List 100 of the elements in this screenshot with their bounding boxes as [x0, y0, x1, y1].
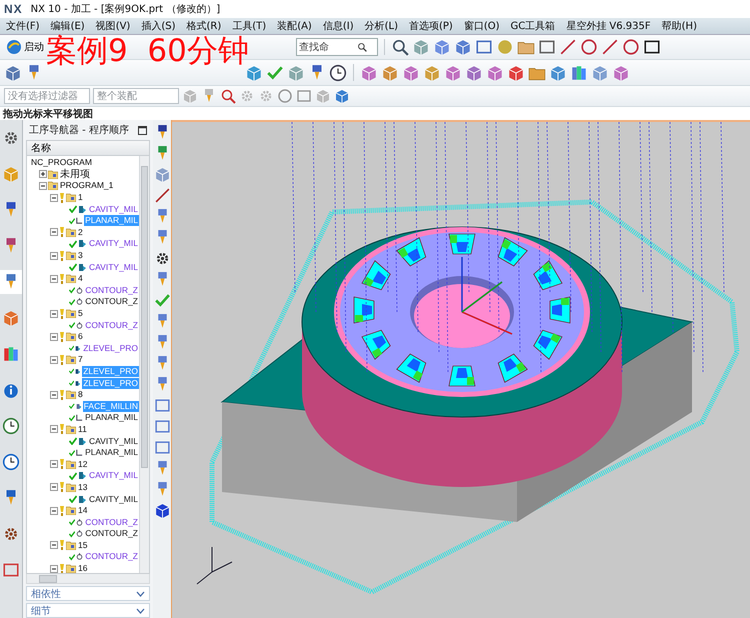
column-header[interactable]: 名称 [26, 140, 150, 156]
menu-item[interactable]: 插入(S) [141, 19, 176, 33]
tree-node[interactable]: 3 [77, 250, 84, 262]
tree-node[interactable]: 16 [77, 563, 88, 573]
menu-item[interactable]: 首选项(P) [408, 19, 453, 33]
collapse-icon[interactable] [50, 274, 58, 283]
magnifier-icon[interactable] [391, 38, 409, 56]
operation-item[interactable]: PLANAR_MIL [84, 412, 139, 424]
book-icon[interactable] [570, 64, 588, 82]
collapse-icon[interactable] [50, 541, 58, 550]
cube-icon[interactable] [334, 88, 350, 104]
operation-item[interactable]: CONTOUR_Z [84, 284, 139, 296]
circle-icon[interactable] [277, 88, 293, 104]
scrollbar[interactable] [139, 156, 149, 573]
collapsible-panel[interactable]: 细节 [26, 603, 150, 618]
operation-item[interactable]: CONTOUR_Z [84, 551, 139, 562]
check-icon[interactable] [154, 292, 170, 309]
circle-icon[interactable] [580, 38, 598, 56]
line-icon[interactable] [559, 38, 577, 56]
menu-item[interactable]: 星空外挂 V6.935F [566, 19, 651, 33]
check-icon[interactable] [266, 64, 284, 82]
menu-item[interactable]: 信息(I) [322, 19, 354, 33]
expand-icon[interactable] [39, 170, 47, 178]
cube-icon[interactable] [444, 64, 462, 82]
operation-item[interactable]: CONTOUR_Z [84, 320, 139, 331]
collapse-icon[interactable] [50, 194, 58, 202]
gear-icon[interactable] [2, 129, 20, 147]
collapsible-panel[interactable]: 相依性 [26, 586, 150, 601]
collapse-icon[interactable] [50, 506, 58, 515]
collapse-icon[interactable] [50, 564, 58, 573]
cube-icon[interactable] [154, 502, 170, 519]
operation-item[interactable]: CAVITY_MIL [88, 436, 139, 447]
cube-icon[interactable] [612, 64, 630, 82]
operation-item[interactable]: PLANAR_MIL [84, 447, 139, 458]
tree-node[interactable]: 12 [77, 458, 88, 470]
cube-icon[interactable] [465, 64, 483, 82]
cube-icon[interactable] [360, 64, 378, 82]
operation-item[interactable]: CAVITY_MIL [88, 494, 139, 505]
horizontal-scrollbar[interactable] [26, 574, 150, 584]
operation-item[interactable]: CONTOUR_Z [84, 516, 139, 528]
cube-icon[interactable] [486, 64, 504, 82]
collapse-icon[interactable] [50, 332, 58, 341]
tree-node[interactable]: 11 [77, 424, 88, 435]
magnifier-icon[interactable] [220, 88, 236, 104]
clock-icon[interactable] [2, 417, 20, 435]
menu-item[interactable]: 帮助(H) [662, 19, 697, 33]
operation-item[interactable]: CAVITY_MIL [88, 204, 139, 215]
operation-item[interactable]: CONTOUR_Z [84, 528, 139, 540]
line-icon[interactable] [601, 38, 619, 56]
collapse-icon[interactable] [50, 356, 58, 364]
tree-node[interactable]: PROGRAM_1 [59, 180, 114, 192]
cube-icon[interactable] [4, 64, 22, 82]
gear-icon[interactable] [2, 525, 20, 543]
collapse-icon[interactable] [50, 390, 58, 399]
start-button[interactable]: 启动 [4, 37, 46, 57]
operation-item[interactable]: CONTOUR_Z [84, 296, 139, 308]
tree-node[interactable]: 4 [77, 273, 84, 284]
collapse-icon[interactable] [50, 483, 58, 492]
tree-node[interactable]: 1 [77, 192, 84, 204]
tree-node[interactable]: NC_PROGRAM [30, 157, 93, 168]
menu-item[interactable]: 编辑(E) [50, 19, 85, 33]
book-icon[interactable] [2, 345, 20, 363]
menu-item[interactable]: 分析(L) [364, 19, 398, 33]
menu-item[interactable]: 工具(T) [232, 19, 266, 33]
collapse-icon[interactable] [50, 460, 58, 468]
tree-node[interactable]: 14 [77, 505, 88, 516]
operation-item[interactable]: CAVITY_MIL [88, 470, 139, 482]
clock-icon[interactable] [329, 64, 347, 82]
circle-icon[interactable] [622, 38, 640, 56]
clock-icon[interactable] [2, 453, 20, 471]
collapse-icon[interactable] [50, 425, 58, 434]
tree-node[interactable]: 7 [77, 354, 84, 366]
collapse-icon[interactable] [50, 252, 58, 260]
operation-item[interactable]: CAVITY_MIL [88, 238, 139, 250]
command-search-field[interactable]: 查找命 [296, 38, 378, 56]
cube-icon[interactable] [549, 64, 567, 82]
menu-item[interactable]: GC工具箱 [510, 19, 556, 33]
maximize-icon[interactable] [138, 126, 147, 134]
collapse-icon[interactable] [39, 182, 47, 190]
menu-item[interactable]: 窗口(O) [464, 19, 500, 33]
menu-item[interactable]: 文件(F) [6, 19, 40, 33]
tree-node[interactable]: 6 [77, 331, 84, 342]
collapse-icon[interactable] [50, 228, 58, 236]
tree-node[interactable]: 5 [77, 308, 84, 320]
collapse-icon[interactable] [50, 310, 58, 318]
search-input[interactable]: 查找命 [299, 42, 357, 52]
menu-item[interactable]: 视图(V) [96, 19, 130, 33]
tree-node[interactable]: 未用项 [59, 168, 91, 180]
cube-icon[interactable] [507, 64, 525, 82]
menu-item[interactable]: 格式(R) [186, 19, 222, 33]
line-icon[interactable] [154, 187, 170, 204]
cube-icon[interactable] [402, 64, 420, 82]
menu-item[interactable]: 装配(A) [277, 19, 312, 33]
operation-item[interactable]: ZLEVEL_PRO [82, 342, 139, 354]
tree-node[interactable]: 15 [77, 540, 88, 551]
rect-icon[interactable] [643, 38, 661, 56]
operation-item[interactable]: CAVITY_MIL [88, 262, 139, 273]
tree-node[interactable]: 13 [77, 482, 88, 493]
tree-node[interactable]: 2 [77, 226, 84, 238]
cube-icon[interactable] [454, 38, 472, 56]
